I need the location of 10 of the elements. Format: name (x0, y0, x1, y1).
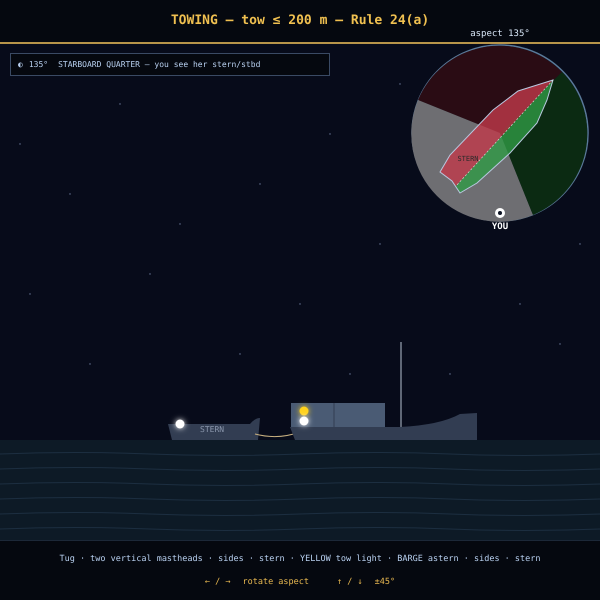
aspect-description: STARBOARD QUARTER — you see her stern/stbd (58, 58, 260, 70)
aspect-label: aspect 135° (470, 30, 530, 39)
key-action: ±45° (374, 576, 396, 588)
key-hint: ↑ / ↓ (337, 576, 363, 588)
key-hint: ← / → (204, 576, 230, 588)
page-title: TOWING — tow ≤ 200 m — Rule 24(a) (170, 12, 430, 30)
lights-legend: Tug · two vertical mastheads · sides · stern · YELLOW tow light · BARGE astern · sides · stern (59, 552, 541, 566)
aspect-angle: 135° (28, 58, 48, 70)
key-action: rotate aspect (242, 576, 310, 588)
half-circle-icon: ◐ (18, 58, 23, 70)
